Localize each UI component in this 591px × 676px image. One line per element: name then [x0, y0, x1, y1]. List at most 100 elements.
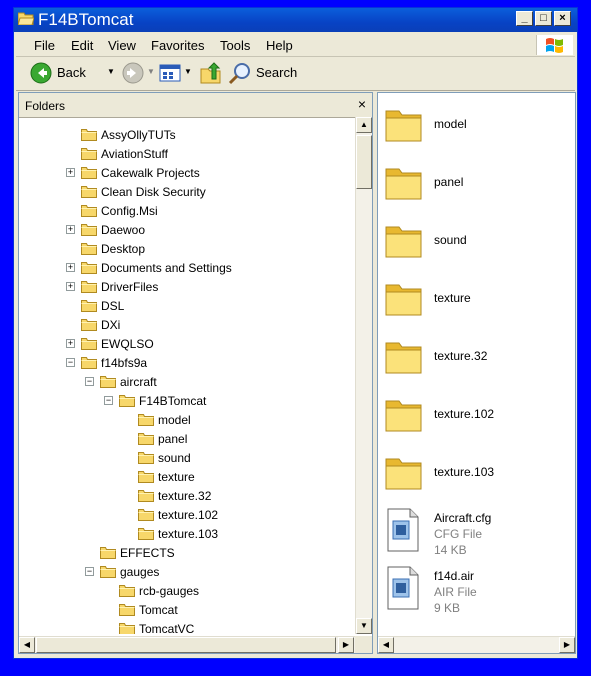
folder-item[interactable]: texture.32	[384, 333, 569, 385]
folder-icon	[81, 299, 97, 312]
up-folder-icon[interactable]	[200, 62, 222, 84]
tree-item[interactable]: DXi	[81, 315, 120, 334]
tree-item-label: aircraft	[120, 374, 157, 389]
file-name: Aircraft.cfg	[434, 511, 492, 525]
tree-item[interactable]: texture.103	[138, 524, 218, 543]
scroll-thumb[interactable]	[356, 135, 372, 189]
file-size: 9 KB	[434, 601, 461, 615]
files-horizontal-scrollbar[interactable]: ◀ ▶	[378, 636, 575, 653]
file-type: AIR File	[434, 585, 477, 599]
scroll-down-button[interactable]: ▼	[356, 618, 372, 634]
tree-item[interactable]: + DriverFiles	[66, 277, 158, 296]
close-button[interactable]: ×	[554, 11, 571, 26]
collapse-icon[interactable]: −	[85, 567, 94, 576]
tree-item-label: Tomcat	[139, 602, 178, 617]
file-list-pane: model panel sound texture texture.32 texture.…	[377, 92, 576, 654]
tree-item[interactable]: + Documents and Settings	[66, 258, 232, 277]
collapse-icon[interactable]: −	[104, 396, 113, 405]
tree-item-label: Documents and Settings	[101, 260, 232, 275]
tree-item-label: DSL	[101, 298, 125, 313]
folder-item[interactable]: texture	[384, 275, 569, 327]
folder-icon	[100, 565, 116, 578]
tree-item[interactable]: AviationStuff	[81, 144, 168, 163]
folder-icon	[81, 261, 97, 274]
tree-item-label: gauges	[120, 564, 160, 579]
tree-horizontal-scrollbar[interactable]: ◀ ▶	[19, 636, 355, 653]
menu-view[interactable]: View	[108, 38, 136, 53]
menu-file[interactable]: File	[34, 38, 55, 53]
views-dropdown-icon[interactable]: ▼	[184, 67, 192, 76]
file-item[interactable]: f14d.air AIR File 9 KB	[384, 565, 569, 617]
tree-item[interactable]: rcb-gauges	[119, 581, 199, 600]
tree-item[interactable]: Config.Msi	[81, 201, 158, 220]
scroll-right-button[interactable]: ▶	[338, 637, 354, 653]
file-icon	[384, 507, 422, 556]
folder-item[interactable]: model	[384, 101, 569, 153]
collapse-icon[interactable]: −	[85, 377, 94, 386]
tree-item[interactable]: sound	[138, 448, 191, 467]
tree-vertical-scrollbar[interactable]: ▲ ▼	[355, 117, 372, 634]
tree-item[interactable]: texture.32	[138, 486, 211, 505]
tree-item[interactable]: texture.102	[138, 505, 218, 524]
folder-item[interactable]: texture.102	[384, 391, 569, 443]
tree-item[interactable]: + Daewoo	[66, 220, 145, 239]
folder-icon	[81, 318, 97, 331]
tree-item[interactable]: − F14BTomcat	[104, 391, 206, 410]
tree-item[interactable]: Tomcat	[119, 600, 178, 619]
forward-dropdown-icon[interactable]: ▼	[147, 67, 155, 76]
tree-item[interactable]: Clean Disk Security	[81, 182, 206, 201]
tree-item-label: panel	[158, 431, 188, 446]
back-button[interactable]: Back	[30, 62, 100, 86]
expand-icon[interactable]: +	[66, 168, 75, 177]
tree-item-label: EFFECTS	[120, 545, 175, 560]
menu-help[interactable]: Help	[266, 38, 293, 53]
tree-item[interactable]: + EWQLSO	[66, 334, 154, 353]
maximize-button[interactable]: □	[535, 11, 552, 26]
tree-item[interactable]: − gauges	[85, 562, 160, 581]
hscroll-thumb[interactable]	[36, 637, 336, 653]
explorer-window: F14BTomcat _ □ × File Edit View Favorite…	[13, 7, 578, 659]
tree-item[interactable]: EFFECTS	[100, 543, 175, 562]
folder-icon	[81, 242, 97, 255]
folder-icon	[81, 204, 97, 217]
tree-item[interactable]: panel	[138, 429, 187, 448]
title-bar[interactable]: F14BTomcat _ □ ×	[14, 8, 577, 32]
back-dropdown-icon[interactable]: ▼	[107, 67, 115, 76]
folder-icon	[384, 107, 424, 146]
tree-item[interactable]: TomcatVC	[119, 619, 194, 634]
tree-item[interactable]: − aircraft	[85, 372, 157, 391]
window-title: F14BTomcat	[38, 10, 134, 29]
folder-icon	[119, 394, 135, 407]
folders-close-button[interactable]: ×	[358, 96, 366, 112]
files-scroll-left-button[interactable]: ◀	[378, 637, 394, 653]
scroll-left-button[interactable]: ◀	[19, 637, 35, 653]
menu-bar: File Edit View Favorites Tools Help	[16, 34, 575, 57]
tree-item[interactable]: Desktop	[81, 239, 145, 258]
folder-item[interactable]: texture.103	[384, 449, 569, 501]
menu-favorites[interactable]: Favorites	[151, 38, 204, 53]
minimize-button[interactable]: _	[516, 11, 533, 26]
menu-edit[interactable]: Edit	[71, 38, 93, 53]
tree-item[interactable]: model	[138, 410, 191, 429]
tree-item[interactable]: − f14bfs9a	[66, 353, 147, 372]
folder-icon	[138, 527, 154, 540]
collapse-icon[interactable]: −	[66, 358, 75, 367]
expand-icon[interactable]: +	[66, 263, 75, 272]
views-icon[interactable]	[159, 63, 181, 83]
tree-item[interactable]: DSL	[81, 296, 124, 315]
file-item[interactable]: Aircraft.cfg CFG File 14 KB	[384, 507, 569, 559]
menu-tools[interactable]: Tools	[220, 38, 250, 53]
expand-icon[interactable]: +	[66, 339, 75, 348]
folder-item[interactable]: panel	[384, 159, 569, 211]
scroll-up-button[interactable]: ▲	[356, 117, 372, 133]
folder-item[interactable]: sound	[384, 217, 569, 269]
expand-icon[interactable]: +	[66, 282, 75, 291]
tree-item[interactable]: texture	[138, 467, 195, 486]
files-scroll-right-button[interactable]: ▶	[559, 637, 575, 653]
tree-item[interactable]: + Cakewalk Projects	[66, 163, 200, 182]
search-button[interactable]: Search	[228, 62, 314, 86]
forward-arrow-icon[interactable]	[122, 62, 144, 84]
expand-icon[interactable]: +	[66, 225, 75, 234]
tree-item-label: DXi	[101, 317, 121, 332]
tree-item[interactable]: AssyOllyTUTs	[81, 125, 176, 144]
